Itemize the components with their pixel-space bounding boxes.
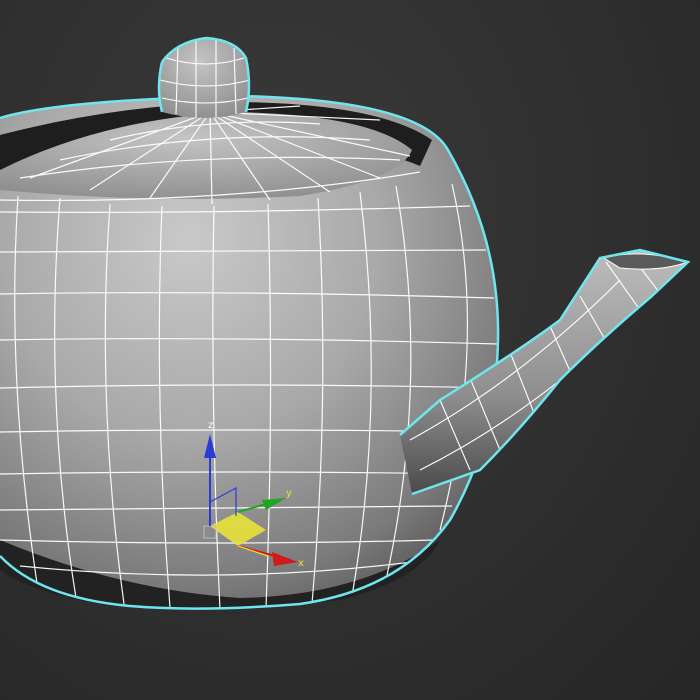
viewport-scene[interactable]: z y x xyxy=(0,0,700,700)
y-axis-label: y xyxy=(286,488,292,499)
x-axis-label: x xyxy=(298,558,304,569)
teapot-knob[interactable] xyxy=(157,36,251,118)
3d-viewport[interactable]: z y x xyxy=(0,0,700,700)
z-axis-label: z xyxy=(208,420,213,431)
